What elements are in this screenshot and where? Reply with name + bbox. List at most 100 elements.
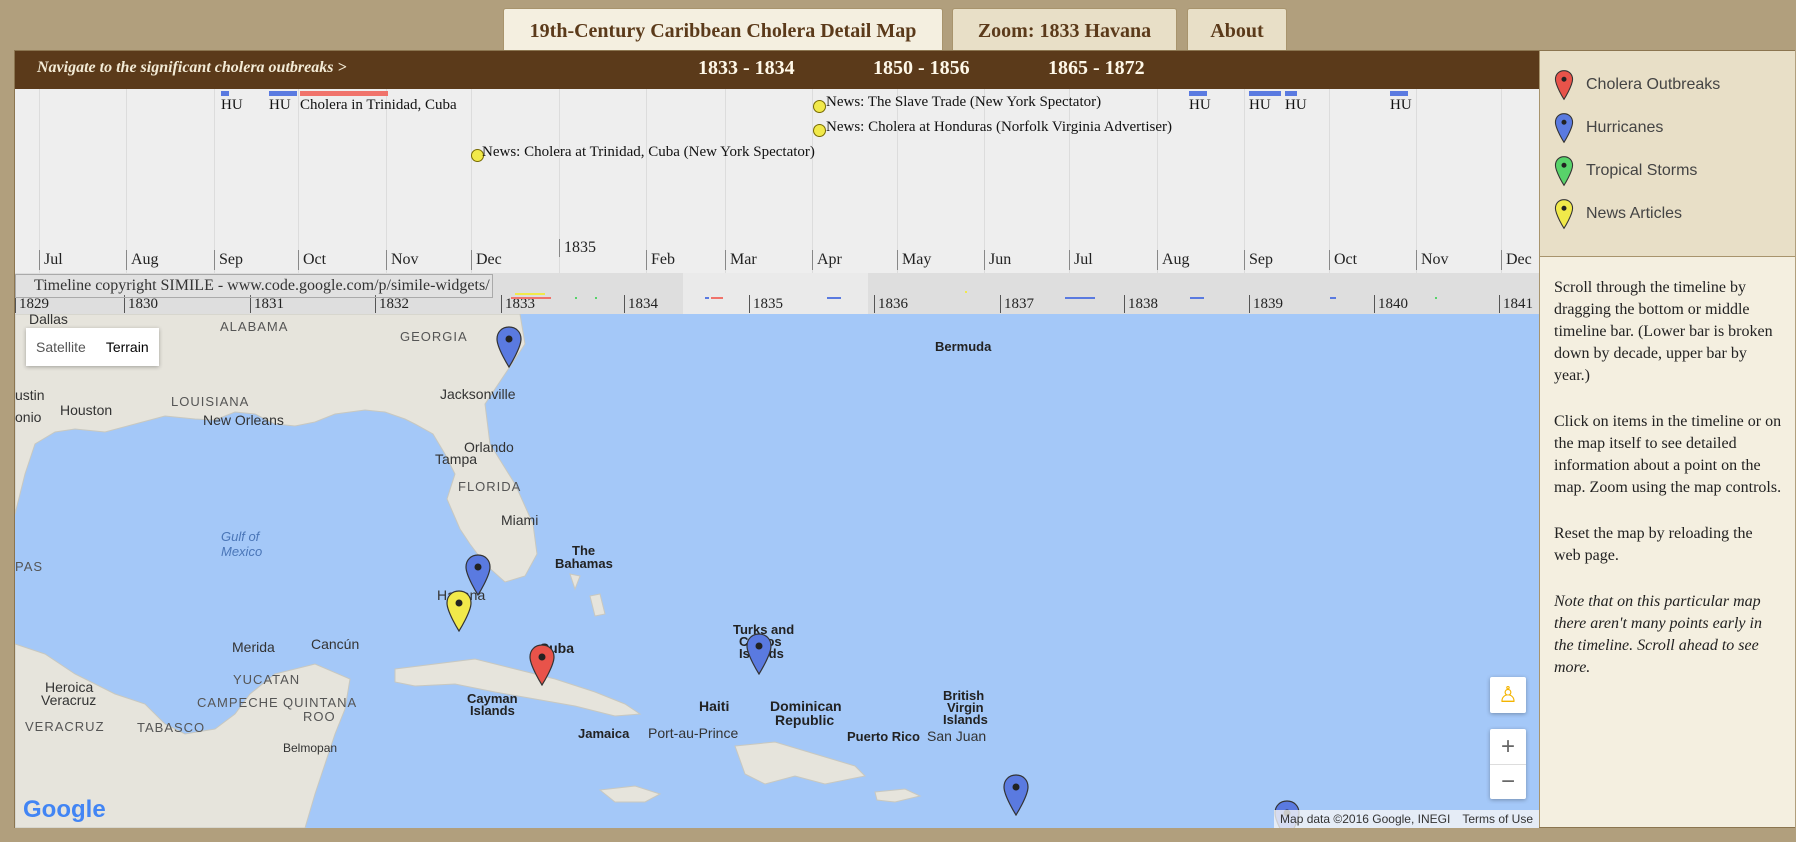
range-link-1850[interactable]: 1850 - 1856	[873, 57, 970, 80]
hurricane-label[interactable]: HU	[1249, 97, 1271, 114]
overview-news-mark	[515, 293, 545, 295]
gridline	[1244, 89, 1245, 273]
cholera-marker[interactable]	[528, 644, 556, 686]
help-text: Scroll through the timeline by dragging …	[1554, 277, 1782, 703]
place-quintana-2: ROO	[303, 709, 336, 724]
month-label: Oct	[298, 250, 326, 270]
hurricane-label[interactable]: HU	[221, 97, 243, 114]
hurricane-label[interactable]: HU	[1285, 97, 1307, 114]
hurricane-label[interactable]: HU	[1189, 97, 1211, 114]
hurricane-marker[interactable]	[745, 633, 773, 675]
gridline	[1329, 89, 1330, 273]
overview-year: 1838	[1124, 295, 1158, 313]
month-label: Aug	[1157, 250, 1190, 270]
legend-label: News Articles	[1586, 205, 1683, 222]
help-scroll: Scroll through the timeline by dragging …	[1554, 279, 1773, 384]
news-dot[interactable]	[813, 100, 826, 113]
overview-storm-mark	[595, 297, 597, 299]
month-label: Mar	[725, 250, 757, 270]
green-marker-icon	[1554, 156, 1574, 187]
place-alabama: ALABAMA	[220, 319, 289, 334]
gridline	[39, 89, 40, 273]
month-label: May	[897, 250, 931, 270]
place-florida: FLORIDA	[458, 479, 522, 494]
map-canvas[interactable]: Satellite Terrain Dallas ALABAMA GEORGIA…	[15, 314, 1539, 828]
legend-label: Tropical Storms	[1586, 162, 1698, 179]
terms-of-use-link[interactable]: Terms of Use	[1456, 810, 1539, 828]
timeline-overview-band[interactable]: 1829 1830 1831 1832 1833 1834 1835 1836 …	[15, 273, 1539, 314]
zoom-in-button[interactable]: +	[1490, 729, 1526, 765]
range-link-1865[interactable]: 1865 - 1872	[1048, 57, 1145, 80]
news-dot[interactable]	[813, 124, 826, 137]
hurricane-marker[interactable]	[495, 326, 523, 368]
terrain-button[interactable]: Terrain	[96, 328, 159, 366]
place-cancun: Cancún	[311, 636, 360, 652]
cholera-bar[interactable]	[300, 91, 388, 96]
gridline	[214, 89, 215, 273]
month-label: Nov	[386, 250, 419, 270]
place-port-au-prince: Port-au-Prince	[648, 725, 739, 741]
legend-item-news: News Articles	[1554, 194, 1682, 234]
help-click: Click on items in the timeline or on the…	[1554, 413, 1782, 496]
gridline	[1157, 89, 1158, 273]
hurricane-label[interactable]: HU	[1390, 97, 1412, 114]
news-label[interactable]: News: The Slave Trade (New York Spectato…	[826, 94, 1101, 111]
place-new-orleans: New Orleans	[203, 412, 284, 428]
hurricane-bar[interactable]	[1189, 91, 1207, 96]
news-label[interactable]: News: Cholera at Trinidad, Cuba (New Yor…	[482, 144, 815, 161]
overview-hurricane-mark	[1065, 297, 1095, 299]
gridline	[1416, 89, 1417, 273]
overview-year: 1836	[874, 295, 908, 313]
gridline	[1069, 89, 1070, 273]
satellite-button[interactable]: Satellite	[26, 328, 96, 366]
street-view-pegman-icon[interactable]: ♙	[1490, 677, 1526, 713]
gridline	[386, 89, 387, 273]
place-belmopan: Belmopan	[283, 741, 338, 755]
place-heroica-2: Veracruz	[41, 692, 97, 708]
cholera-label[interactable]: Cholera in Trinidad, Cuba	[300, 97, 457, 114]
help-note: Note that on this particular map there a…	[1554, 593, 1762, 676]
news-label[interactable]: News: Cholera at Honduras (Norfolk Virgi…	[826, 119, 1172, 136]
month-label: Jun	[984, 250, 1011, 270]
hurricane-bar[interactable]	[221, 91, 229, 96]
red-marker-icon	[1554, 70, 1574, 101]
place-veracruz: VERACRUZ	[25, 719, 105, 734]
range-link-1833[interactable]: 1833 - 1834	[698, 57, 795, 80]
timeline-copyright-image: Timeline copyright SIMILE - www.code.goo…	[15, 274, 493, 298]
overview-storm-mark	[575, 297, 577, 299]
overview-year: 1841	[1499, 295, 1533, 313]
place-tampa: Tampa	[435, 451, 478, 467]
place-houston: Houston	[60, 402, 113, 418]
overview-year: 1835	[749, 295, 783, 313]
hurricane-bar[interactable]	[1390, 91, 1408, 96]
place-gulf: Gulf of	[221, 529, 260, 544]
gridline	[646, 89, 647, 273]
month-label: Feb	[646, 250, 675, 270]
zoom-out-button[interactable]: −	[1490, 765, 1526, 799]
overview-year: 1840	[1374, 295, 1408, 313]
hurricane-label[interactable]: HU	[269, 97, 291, 114]
place-austin: ustin	[15, 387, 45, 403]
overview-cholera-mark	[511, 297, 551, 299]
legend-item-hurricanes: Hurricanes	[1554, 108, 1663, 148]
overview-year: 1837	[1000, 295, 1034, 313]
overview-news-mark	[965, 291, 967, 293]
yellow-marker-icon	[1554, 199, 1574, 230]
hurricane-bar[interactable]	[269, 91, 297, 96]
hurricane-marker[interactable]	[1002, 774, 1030, 816]
overview-hurricane-mark	[827, 297, 841, 299]
timeline-detail-band[interactable]: HU HU Cholera in Trinidad, Cuba News: Ch…	[15, 89, 1539, 274]
tab-detail-map[interactable]: 19th-Century Caribbean Cholera Detail Ma…	[503, 8, 943, 51]
place-haiti: Haiti	[699, 698, 730, 714]
navbar-prompt: Navigate to the significant cholera outb…	[37, 59, 347, 76]
legend-item-cholera: Cholera Outbreaks	[1554, 65, 1720, 105]
news-marker[interactable]	[445, 590, 473, 632]
app-frame: Navigate to the significant cholera outb…	[14, 50, 1795, 828]
place-bvi-3: Islands	[943, 712, 988, 727]
place-bermuda: Bermuda	[935, 339, 992, 354]
month-label: Jul	[39, 250, 63, 270]
hurricane-bar[interactable]	[1249, 91, 1281, 96]
hurricane-bar[interactable]	[1285, 91, 1297, 96]
tab-about[interactable]: About	[1187, 8, 1287, 51]
tab-zoom-havana[interactable]: Zoom: 1833 Havana	[952, 8, 1177, 51]
